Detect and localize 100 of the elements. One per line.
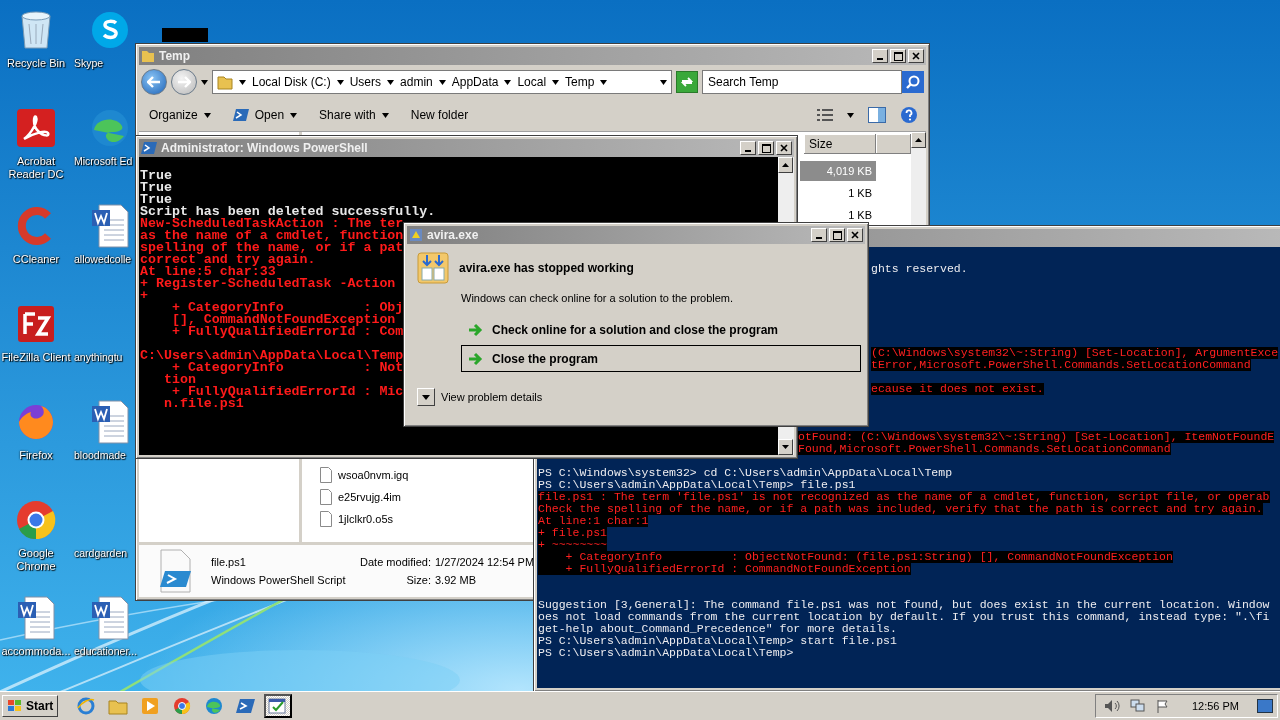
- separator-icon: [504, 79, 512, 85]
- console-line: PS C:\Users\admin\AppData\Local\Temp> file.ps1: [538, 479, 856, 491]
- scroll-down-button[interactable]: [778, 439, 793, 455]
- dialog-option[interactable]: Check online for a solution and close the program: [461, 316, 861, 343]
- maximize-icon: [761, 143, 771, 153]
- desktop-icon-label[interactable]: Acrobat Reader DC: [1, 155, 71, 181]
- close-button[interactable]: [847, 228, 863, 242]
- preview-pane-icon[interactable]: [868, 107, 886, 123]
- scroll-up-button[interactable]: [911, 132, 926, 148]
- dialog-option[interactable]: Close the program: [461, 345, 861, 372]
- help-icon[interactable]: [900, 106, 918, 124]
- maximize-button[interactable]: [829, 228, 845, 242]
- breadcrumb-item[interactable]: Temp: [565, 75, 595, 89]
- breadcrumb-item[interactable]: Users: [349, 75, 382, 89]
- toolbar-button[interactable]: Organize: [147, 106, 213, 124]
- column-header[interactable]: Size: [804, 134, 876, 154]
- separator-icon: [552, 79, 560, 85]
- console-line: ghts reserved.: [871, 263, 968, 275]
- console-line: as the name of a cmdlet, function: [140, 230, 404, 242]
- breadcrumb-item[interactable]: admin: [400, 75, 433, 89]
- toolbar-button[interactable]: New folder: [408, 106, 471, 124]
- folder-icon: [141, 49, 155, 63]
- window-check-icon: [268, 697, 289, 715]
- caret-icon: [290, 112, 298, 118]
- show-desktop-icon[interactable]: [1257, 699, 1273, 713]
- breadcrumb-item[interactable]: Local Disk (C:): [252, 75, 331, 89]
- window-title: avira.exe: [427, 228, 480, 242]
- forward-arrow-icon: [177, 76, 191, 88]
- refresh-arrows-icon: [680, 76, 694, 88]
- file-icon: [320, 511, 332, 527]
- console-line: True: [140, 182, 172, 194]
- caret-icon: [660, 79, 667, 85]
- document-icon: [91, 400, 129, 444]
- taskbar-button[interactable]: [264, 694, 293, 718]
- window-title: Temp: [159, 49, 192, 63]
- toolbar-button[interactable]: Share with: [317, 106, 391, 124]
- flag-icon[interactable]: [1155, 699, 1170, 713]
- minimize-button[interactable]: [872, 49, 888, 63]
- close-icon: [912, 52, 920, 60]
- file-type: Windows PowerShell Script: [211, 574, 347, 586]
- size-cell[interactable]: 1 KB: [800, 183, 876, 203]
- caret-icon: [381, 112, 389, 118]
- file-name[interactable]: 1jlclkr0.o5s: [338, 513, 394, 525]
- minimize-button[interactable]: [740, 141, 756, 155]
- console-line: oes not load commands from the current location by default. If you trust this command, instead type: ".\fi: [538, 611, 1270, 623]
- console-line: PS C:\Users\admin\AppData\Local\Temp> start file.ps1: [538, 635, 897, 647]
- speaker-icon[interactable]: [1103, 699, 1120, 713]
- desktop-icon-label[interactable]: Microsoft Ed: [74, 155, 133, 168]
- trash-bin-icon: [19, 10, 53, 50]
- back-button[interactable]: [141, 69, 167, 95]
- console-line: + CategoryInfo : Obj: [170, 302, 404, 314]
- toolbar-button[interactable]: Open: [230, 106, 300, 124]
- close-icon: [851, 231, 859, 239]
- console-line: get-help about_Command_Precedence" for more details.: [538, 623, 897, 635]
- windows-flag-icon: [7, 699, 23, 713]
- console-line: [], CommandNotFoundException: [170, 314, 396, 326]
- separator-icon: [387, 79, 395, 85]
- column-header[interactable]: [876, 134, 911, 154]
- console-line: n.file.ps1: [162, 398, 244, 410]
- date-value: 1/27/2024 12:54 PM: [435, 556, 536, 568]
- fz-logo-icon: [16, 304, 56, 344]
- prompt-icon: [236, 697, 257, 715]
- console-line: PS C:\Windows\system32> cd C:\Users\admin\AppData\Local\Temp: [538, 467, 953, 479]
- document-icon: [91, 204, 129, 248]
- file-name: file.ps1: [211, 556, 247, 568]
- maximize-button[interactable]: [758, 141, 774, 155]
- close-button[interactable]: [776, 141, 792, 155]
- view-list-icon[interactable]: [817, 108, 833, 122]
- maximize-button[interactable]: [890, 49, 906, 63]
- search-field[interactable]: Search Temp: [702, 70, 902, 94]
- pdf-logo-icon: [16, 108, 56, 148]
- scroll-up-button[interactable]: [778, 157, 793, 173]
- console-line: Suggestion [3,General]: The command file.ps1 was not found, but does exist in the current location. Window: [538, 599, 1270, 611]
- start-button[interactable]: Start: [2, 695, 59, 717]
- minimize-button[interactable]: [811, 228, 827, 242]
- address-bar[interactable]: Local Disk (C:) Users admin AppData Local Temp: [212, 70, 672, 94]
- size-value: 3.92 MB: [435, 574, 477, 586]
- details-toggle[interactable]: View problem details: [441, 391, 543, 403]
- clock[interactable]: 12:56 PM: [1191, 700, 1239, 712]
- search-button[interactable]: [902, 71, 924, 93]
- console-line: True: [140, 170, 172, 182]
- expand-button[interactable]: [417, 388, 435, 406]
- network-icon[interactable]: [1129, 699, 1146, 713]
- window-title: Administrator: Windows PowerShell: [161, 141, 369, 155]
- chrome-logo-icon: [15, 499, 57, 541]
- redaction-block: [162, 28, 208, 42]
- size-cell[interactable]: 1 KB: [800, 205, 876, 225]
- refresh-button[interactable]: [676, 71, 698, 93]
- desktop-icon-label[interactable]: Recycle Bin: [6, 57, 66, 70]
- forward-button[interactable]: [171, 69, 197, 95]
- file-name[interactable]: wsoa0nvm.igq: [338, 469, 409, 481]
- breadcrumb-item[interactable]: AppData: [451, 75, 499, 89]
- caret-icon: [600, 79, 608, 85]
- desktop-icon-label[interactable]: CCleaner: [12, 253, 60, 266]
- file-name[interactable]: e25rvujg.4im: [338, 491, 401, 503]
- console-line: + Register-ScheduledTask -Action: [140, 278, 396, 290]
- breadcrumb-item[interactable]: Local: [517, 75, 547, 89]
- desktop-icon-label[interactable]: Skype: [74, 57, 104, 70]
- desktop-icon-label[interactable]: allowedcolle: [74, 253, 132, 266]
- close-button[interactable]: [908, 49, 924, 63]
